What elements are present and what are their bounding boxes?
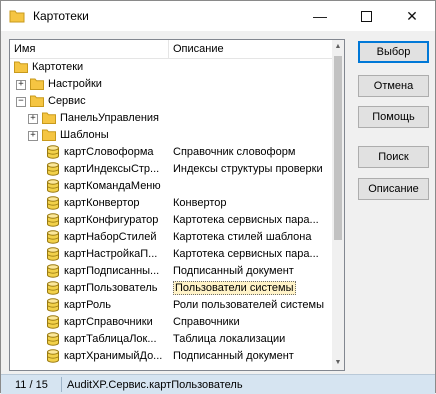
collapse-icon[interactable]: − — [16, 97, 26, 107]
search-button[interactable]: Поиск — [358, 146, 429, 168]
title-bar[interactable]: Картотеки — ✕ — [1, 1, 435, 31]
close-button[interactable]: ✕ — [389, 1, 435, 31]
catalog-tree[interactable]: Имя Описание Картотеки + Настройки − Сервис +… — [9, 39, 345, 371]
tree-item-row[interactable]: картСловоформа Справочник словоформ — [10, 144, 332, 161]
tree-folder-row[interactable]: + Шаблоны — [10, 127, 332, 144]
tree-item-name: картНастройкаП... — [64, 248, 158, 260]
window-title: Картотеки — [33, 9, 89, 23]
tree-item-description: Картотека сервисных пара... — [173, 214, 319, 226]
tree-item-name: картКонвертор — [64, 197, 140, 209]
tree-item-name: картРоль — [64, 299, 111, 311]
tree-folder-row[interactable]: − Сервис — [10, 93, 332, 110]
help-button[interactable]: Помощь — [358, 106, 429, 128]
database-icon — [47, 179, 59, 193]
tree-item-row[interactable]: картНастройкаП... Картотека сервисных пар… — [10, 246, 332, 263]
vertical-scrollbar[interactable]: ▲ ▼ — [332, 40, 344, 370]
database-icon — [47, 349, 59, 363]
tree-item-row[interactable]: картКонфигуратор Картотека сервисных пара… — [10, 212, 332, 229]
tree-item-row[interactable]: картСправочники Справочники — [10, 314, 332, 331]
tree-item-name: картСправочники — [64, 316, 153, 328]
tree-item-name: картНаборСтилей — [64, 231, 157, 243]
tree-item-description: Картотека стилей шаблона — [173, 231, 312, 243]
expand-icon[interactable]: + — [28, 131, 38, 141]
tree-item-row[interactable]: картКонвертор Конвертор — [10, 195, 332, 212]
tree-item-row[interactable]: картПодписанны... Подписанный документ — [10, 263, 332, 280]
expand-icon[interactable]: + — [16, 80, 26, 90]
database-icon — [47, 247, 59, 261]
column-header-name[interactable]: Имя — [14, 43, 35, 55]
tree-item-description: Справочник словоформ — [173, 146, 296, 158]
tree-item-name: картТаблицаЛок... — [64, 333, 157, 345]
column-header-description[interactable]: Описание — [173, 43, 224, 55]
folder-icon — [30, 95, 44, 107]
tree-item-row[interactable]: картНаборСтилей Картотека стилей шаблона — [10, 229, 332, 246]
column-divider[interactable] — [168, 40, 169, 58]
kartoteki-window: Картотеки — ✕ Имя Описание Картотеки + Нас… — [0, 0, 436, 394]
tree-item-description: Индексы структуры проверки — [173, 163, 323, 175]
tree-item-row[interactable]: картПользователь Пользователи системы — [10, 280, 332, 297]
description-button[interactable]: Описание — [358, 178, 429, 200]
tree-item-name: картХранимыйДо... — [64, 350, 163, 362]
scroll-up-icon[interactable]: ▲ — [332, 40, 344, 54]
tree-item-description: Подписанный документ — [173, 265, 294, 277]
tree-item-description: Конвертор — [173, 197, 227, 209]
database-icon — [47, 298, 59, 312]
tree-item-name: Шаблоны — [60, 129, 109, 141]
tree-item-name: картКонфигуратор — [64, 214, 159, 226]
tree-item-description: Подписанный документ — [173, 350, 294, 362]
tree-folder-row[interactable]: + ПанельУправления — [10, 110, 332, 127]
database-icon — [47, 315, 59, 329]
database-icon — [47, 196, 59, 210]
folder-icon — [42, 112, 56, 124]
status-bar: 11 / 15 AuditXP.Сервис.картПользователь — [1, 374, 435, 394]
tree-item-description: Справочники — [173, 316, 240, 328]
tree-item-name: Картотеки — [32, 61, 84, 73]
status-divider — [61, 377, 62, 392]
database-icon — [47, 162, 59, 176]
tree-item-name: Настройки — [48, 78, 102, 90]
tree-item-description: Роли пользователей системы — [173, 299, 325, 311]
tree-item-description: Таблица локализации — [173, 333, 286, 345]
folder-icon — [9, 10, 25, 23]
tree-item-row[interactable]: картТаблицаЛок... Таблица локализации — [10, 331, 332, 348]
tree-item-name: ПанельУправления — [60, 112, 159, 124]
tree-item-name: картПользователь — [64, 282, 158, 294]
maximize-button[interactable] — [343, 1, 389, 31]
tree-item-row[interactable]: картИндексыСтр... Индексы структуры прове… — [10, 161, 332, 178]
tree-item-row[interactable]: картКомандаМеню — [10, 178, 332, 195]
tree-folder-row[interactable]: Картотеки — [10, 59, 332, 76]
scroll-thumb[interactable] — [334, 56, 342, 240]
tree-item-row[interactable]: картРоль Роли пользователей системы — [10, 297, 332, 314]
database-icon — [47, 264, 59, 278]
tree-item-name: картИндексыСтр... — [64, 163, 160, 175]
tree-item-row[interactable]: картХранимыйДо... Подписанный документ — [10, 348, 332, 365]
database-icon — [47, 281, 59, 295]
close-icon: ✕ — [406, 8, 418, 24]
database-icon — [47, 230, 59, 244]
scroll-down-icon[interactable]: ▼ — [332, 356, 344, 370]
folder-icon — [14, 61, 28, 73]
select-button[interactable]: Выбор — [358, 41, 429, 63]
minimize-icon: — — [313, 8, 327, 24]
database-icon — [47, 145, 59, 159]
cancel-button[interactable]: Отмена — [358, 75, 429, 97]
tree-item-description: Картотека сервисных пара... — [173, 248, 319, 260]
selected-path: AuditXP.Сервис.картПользователь — [67, 379, 243, 391]
tree-folder-row[interactable]: + Настройки — [10, 76, 332, 93]
tree-item-name: картПодписанны... — [64, 265, 160, 277]
folder-icon — [30, 78, 44, 90]
folder-icon — [42, 129, 56, 141]
database-icon — [47, 332, 59, 346]
maximize-icon — [360, 10, 372, 22]
record-position: 11 / 15 — [15, 379, 48, 391]
selected-item-description: Пользователи системы — [173, 281, 296, 295]
tree-item-name: картКомандаМеню — [64, 180, 161, 192]
tree-item-name: картСловоформа — [64, 146, 154, 158]
database-icon — [47, 213, 59, 227]
tree-header: Имя Описание — [10, 40, 332, 59]
expand-icon[interactable]: + — [28, 114, 38, 124]
minimize-button[interactable]: — — [297, 1, 343, 31]
tree-item-name: Сервис — [48, 95, 86, 107]
